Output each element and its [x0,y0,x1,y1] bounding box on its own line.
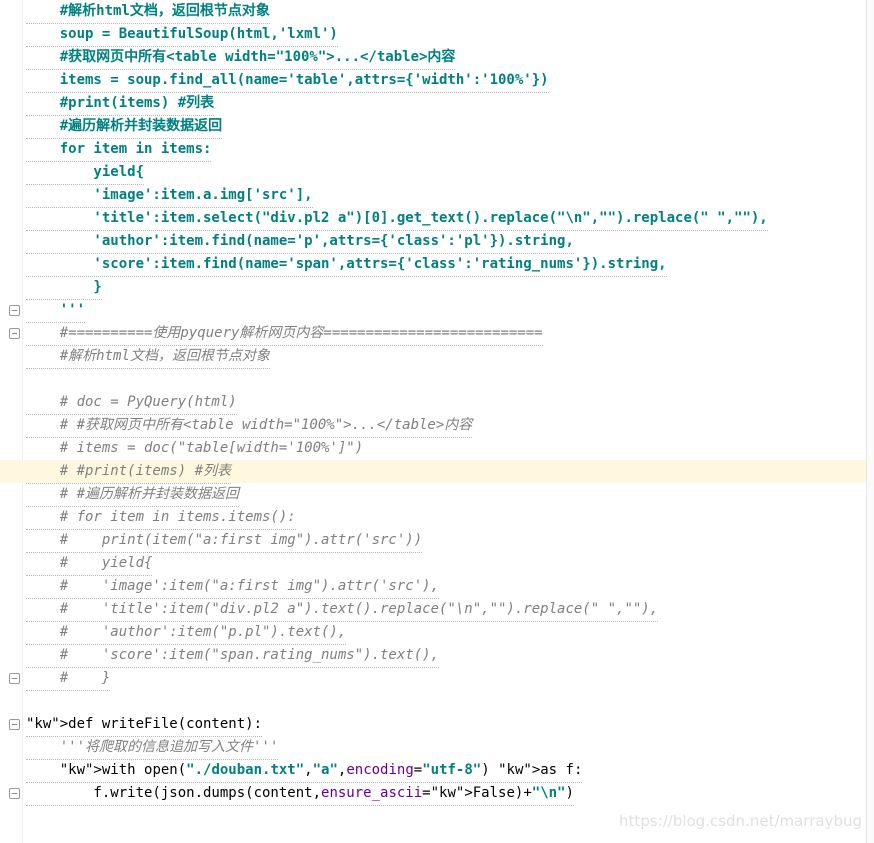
code-line[interactable]: # 'author':item("p.pl").text(), [0,621,866,645]
code-line[interactable]: # } [0,667,866,691]
code-editor[interactable]: #解析html文档，返回根节点对象 soup = BeautifulSoup(h… [0,0,874,843]
code-line[interactable]: 'title':item.select("div.pl2 a")[0].get_… [0,207,866,231]
code-line[interactable]: ''' [0,299,866,323]
code-text: "kw">with open("./douban.txt","a",encodi… [26,759,583,783]
code-line[interactable]: # for item in items.items(): [0,506,866,530]
code-line[interactable]: 'score':item.find(name='span',attrs={'cl… [0,253,866,277]
code-text: # 'score':item("span.rating_nums").text(… [26,644,440,668]
code-line[interactable]: yield{ [0,161,866,185]
code-line[interactable]: # #获取网页中所有<table width="100%">...</table… [0,414,866,438]
code-text: ''' [26,299,86,323]
fold-toggle-icon[interactable] [9,673,20,684]
code-text: for item in items: [26,138,212,162]
code-line[interactable]: # 'image':item("a:first img").attr('src'… [0,575,866,599]
code-text: "kw">def writeFile(content): [26,713,263,737]
code-line[interactable]: for item in items: [0,138,866,162]
code-text: f.write(json.dumps(content,ensure_ascii=… [26,782,574,806]
code-line[interactable]: # #print(items) #列表 [0,460,866,484]
code-line[interactable]: #解析html文档，返回根节点对象 [0,0,866,24]
vertical-scrollbar[interactable] [867,0,874,843]
code-text: #print(items) #列表 [26,92,215,116]
code-text: # } [26,667,111,691]
fold-toggle-icon[interactable] [9,788,20,799]
code-line[interactable]: # print(item("a:first img").attr('src')) [0,529,866,553]
code-text: # items = doc("table[width='100%']") [26,437,364,461]
code-line[interactable]: #遍历解析并封装数据返回 [0,115,866,139]
code-line[interactable] [0,368,866,391]
code-text: # #获取网页中所有<table width="100%">...</table… [26,414,473,438]
fold-toggle-icon[interactable] [9,305,20,316]
code-line[interactable]: "kw">def writeFile(content): [0,713,866,737]
code-text: # #print(items) #列表 [26,460,232,484]
code-text: #获取网页中所有<table width="100%">...</table>内… [26,46,456,70]
code-text: 'author':item.find(name='p',attrs={'clas… [26,230,574,254]
code-text: '''将爬取的信息追加写入文件''' [26,736,279,760]
code-line[interactable]: #解析html文档，返回根节点对象 [0,345,866,369]
code-text: 'score':item.find(name='span',attrs={'cl… [26,253,667,277]
code-text: yield{ [26,161,145,185]
code-text: items = soup.find_all(name='table',attrs… [26,69,549,93]
code-line[interactable]: # yield{ [0,552,866,576]
code-line[interactable]: # 'title':item("div.pl2 a").text().repla… [0,598,866,622]
code-text: #解析html文档，返回根节点对象 [26,0,270,24]
code-line[interactable]: '''将爬取的信息追加写入文件''' [0,736,866,760]
code-text: # 'image':item("a:first img").attr('src'… [26,575,440,599]
code-text: # 'author':item("p.pl").text(), [26,621,347,645]
code-text: # doc = PyQuery(html) [26,391,237,415]
fold-toggle-icon[interactable] [9,328,20,339]
code-text: # #遍历解析并封装数据返回 [26,483,240,507]
code-text: } [26,276,102,300]
watermark: https://blog.csdn.net/marraybug [619,812,862,830]
code-line[interactable]: f.write(json.dumps(content,ensure_ascii=… [0,782,866,806]
code-text: #==========使用pyquery解析网页内容==============… [26,322,543,346]
code-text: soup = BeautifulSoup(html,'lxml') [26,23,338,47]
code-line[interactable]: # #遍历解析并封装数据返回 [0,483,866,507]
code-line[interactable]: "kw">with open("./douban.txt","a",encodi… [0,759,866,783]
code-line[interactable]: } [0,276,866,300]
code-line[interactable]: # items = doc("table[width='100%']") [0,437,866,461]
code-text: #解析html文档，返回根节点对象 [26,345,270,369]
code-line[interactable]: #获取网页中所有<table width="100%">...</table>内… [0,46,866,70]
code-line[interactable]: #==========使用pyquery解析网页内容==============… [0,322,866,346]
code-line[interactable]: #print(items) #列表 [0,92,866,116]
code-line[interactable]: # doc = PyQuery(html) [0,391,866,415]
code-line[interactable]: 'author':item.find(name='p',attrs={'clas… [0,230,866,254]
code-line[interactable]: soup = BeautifulSoup(html,'lxml') [0,23,866,47]
code-line[interactable] [0,690,866,713]
code-text: # for item in items.items(): [26,506,296,530]
code-text: 'image':item.a.img['src'], [26,184,313,208]
code-line[interactable]: # 'score':item("span.rating_nums").text(… [0,644,866,668]
code-line[interactable]: 'image':item.a.img['src'], [0,184,866,208]
fold-toggle-icon[interactable] [9,719,20,730]
code-text: # print(item("a:first img").attr('src')) [26,529,423,553]
code-text: #遍历解析并封装数据返回 [26,115,223,139]
code-text: 'title':item.select("div.pl2 a")[0].get_… [26,207,768,231]
code-line[interactable]: items = soup.find_all(name='table',attrs… [0,69,866,93]
code-text: # 'title':item("div.pl2 a").text().repla… [26,598,659,622]
code-text: # yield{ [26,552,153,576]
